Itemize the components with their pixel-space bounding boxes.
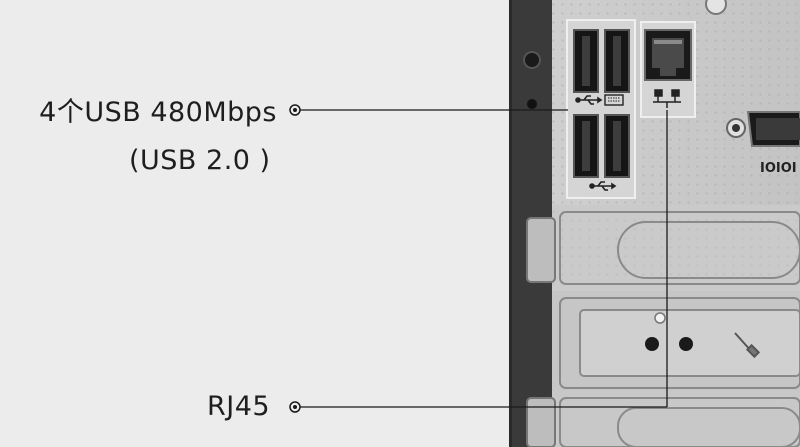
usb-callout-heading: 4个USB 480Mbps xyxy=(39,97,277,128)
usb-port xyxy=(573,114,599,178)
rear-panel-photo: IOIOI xyxy=(289,0,800,447)
serial-port-label: IOIOI xyxy=(760,161,797,176)
chassis-screw xyxy=(523,51,541,69)
usb-port xyxy=(604,114,630,178)
rj45-callout: RJ45 xyxy=(207,391,271,422)
top-knob xyxy=(705,0,727,15)
rj45-port xyxy=(644,29,692,81)
expansion-slot-cover xyxy=(526,205,800,291)
usb-callout-detail: (USB 2.0 ) xyxy=(129,145,271,176)
product-illustration: IOIOI 4个USB 480Mbps (USB 2.0) RJ45 xyxy=(0,0,800,447)
chassis-hole xyxy=(527,99,537,109)
expansion-slot-cover xyxy=(526,391,800,447)
expansion-slot-cover xyxy=(552,291,800,391)
usb-port xyxy=(604,29,630,93)
usb-port xyxy=(573,29,599,93)
